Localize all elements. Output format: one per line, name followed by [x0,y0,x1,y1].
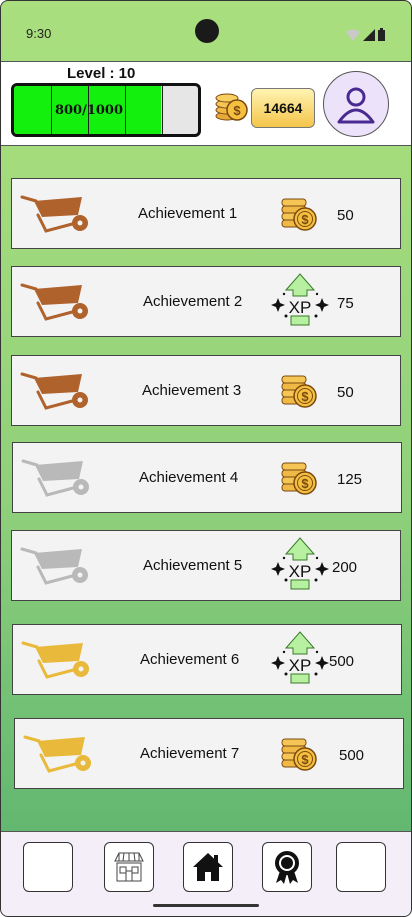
xp-progress-text: 800/1000 [54,102,124,118]
header-bar: Level : 10 800/1000 $ 14664 [1,61,411,146]
xp-progress-bar: 800/1000 [11,83,201,137]
achievement-name: Achievement 4 [139,469,239,486]
wheelbarrow-gold-icon [23,731,103,782]
wheelbarrow-bronze-icon [20,279,100,330]
xp-up-icon: XP [270,270,330,335]
wheelbarrow-bronze-icon [20,368,100,419]
achievement-name: Achievement 3 [142,382,242,399]
signal-icon [363,29,375,41]
wifi-icon [346,29,360,41]
nav-button-blank-left[interactable] [23,842,73,892]
nav-button-achievements[interactable] [262,842,312,892]
coin-stack-icon: $ [215,93,248,121]
shop-icon [114,852,144,882]
profile-avatar-button[interactable] [323,71,389,137]
camera-cutout [195,19,219,43]
achievement-name: Achievement 1 [138,205,238,222]
achievement-card[interactable]: Achievement 3 $50 [11,355,401,426]
svg-text:$: $ [301,476,309,491]
svg-text:$: $ [301,212,309,227]
achievement-card[interactable]: Achievement 6 XP 500 [12,624,402,695]
nav-button-shop[interactable] [104,842,154,892]
home-icon [193,853,223,881]
reward-amount: 50 [337,207,354,224]
nav-button-blank-right[interactable] [336,842,386,892]
achievement-card[interactable]: Achievement 7 $500 [14,718,404,789]
xp-up-icon: XP [270,534,330,599]
ribbon-badge-icon [275,851,299,884]
wheelbarrow-gold-icon [21,637,101,688]
status-time: 9:30 [26,26,52,41]
svg-text:$: $ [301,389,309,404]
battery-icon [378,28,385,41]
svg-text:XP: XP [289,562,312,581]
svg-text:$: $ [233,103,241,118]
status-bar: 9:30 [1,1,411,61]
reward-amount: 75 [337,295,354,312]
coin-stack-icon: $ [280,372,320,417]
achievement-name: Achievement 2 [143,293,243,310]
reward-amount: 125 [337,471,363,488]
achievement-name: Achievement 7 [140,745,240,762]
reward-amount: 500 [339,747,365,764]
achievement-card[interactable]: Achievement 4 $125 [12,442,402,513]
phone-screen: 9:30 Level : 10 800/1000 $ 14664 Achieve… [0,0,412,917]
wheelbarrow-bronze-icon [20,191,100,242]
home-indicator [153,904,259,907]
status-icons [346,28,385,41]
xp-up-icon: XP [270,628,330,693]
reward-amount: 200 [332,559,358,576]
coin-balance: 14664 [251,88,315,128]
nav-button-home[interactable] [183,842,233,892]
svg-text:XP: XP [289,656,312,675]
svg-text:$: $ [301,752,309,767]
wheelbarrow-silver-icon [20,543,100,594]
user-icon [337,87,375,124]
achievement-card[interactable]: Achievement 2 XP 75 [11,266,401,337]
coin-stack-icon: $ [280,735,320,780]
achievement-card[interactable]: Achievement 1 $50 [11,178,401,249]
achievement-name: Achievement 5 [143,557,243,574]
achievement-card[interactable]: Achievement 5 XP 200 [11,530,401,601]
coin-stack-icon: $ [280,195,320,240]
coin-stack-icon: $ [280,459,320,504]
achievement-name: Achievement 6 [140,651,240,668]
reward-amount: 50 [337,384,354,401]
wheelbarrow-silver-icon [21,455,101,506]
svg-text:XP: XP [289,298,312,317]
level-label: Level : 10 [67,65,136,82]
reward-amount: 500 [329,653,355,670]
